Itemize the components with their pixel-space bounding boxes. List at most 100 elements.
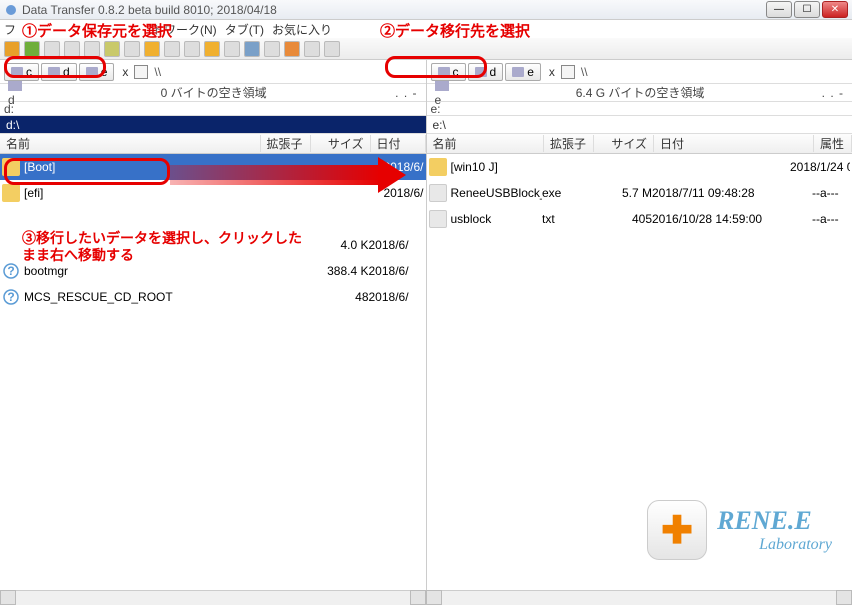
drive-net-left[interactable]: \\ [154, 65, 161, 79]
list-item[interactable]: ? MCS_RESCUE_CD_ROOT 482018/6/ [0, 284, 426, 310]
folder-icon [429, 158, 447, 176]
cell-name: ReneeUSBBlock_2018_07_09_47... [451, 186, 543, 200]
cell-date: 2018/6/ [369, 238, 424, 252]
cell-name: MCS_RESCUE_CD_ROOT [24, 290, 259, 304]
drive-sq-right[interactable] [561, 65, 575, 79]
cell-size: 388.4 K [309, 264, 369, 278]
toolbar-btn-6[interactable] [104, 41, 120, 57]
cell-date: 2018/6/ [369, 290, 424, 304]
list-item[interactable]: [win10 J] 2018/1/24 09:05:34d----- [427, 154, 852, 180]
highlight-box-selected-row [4, 158, 170, 185]
toolbar-btn-17[interactable] [324, 41, 340, 57]
toolbar-btn-15[interactable] [284, 41, 300, 57]
col-attr-right[interactable]: 属性 [814, 135, 852, 152]
blank-icon [2, 210, 20, 228]
question-icon: ? [2, 262, 20, 280]
cell-name: bootmgr [24, 264, 259, 278]
dots-right[interactable]: . . - [822, 86, 844, 100]
toolbar-btn-7[interactable] [124, 41, 140, 57]
toolbar-btn-11[interactable] [204, 41, 220, 57]
col-size-right[interactable]: サイズ [594, 135, 654, 152]
logo-line2: Laboratory [759, 536, 832, 554]
scroll-right-btn[interactable] [410, 590, 426, 605]
menu-item-f[interactable]: フ [4, 21, 16, 38]
toolbar-btn-8[interactable] [144, 41, 160, 57]
minimize-button[interactable]: — [766, 1, 792, 18]
free-space-left: 0 バイトの空き領域 [32, 84, 395, 101]
cell-date: 2018/1/24 09:05:34 [790, 160, 850, 174]
close-button[interactable]: ✕ [822, 1, 848, 18]
list-item[interactable]: usblocktxt4052016/10/28 14:59:00--a--- [427, 206, 852, 232]
app-icon [4, 3, 18, 17]
blank-icon [2, 236, 20, 254]
annotation-1: ①データ保存元を選択 [22, 20, 172, 41]
toolbar-btn-16[interactable] [304, 41, 320, 57]
col-name-right[interactable]: 名前 [427, 135, 545, 152]
toolbar-btn-10[interactable] [184, 41, 200, 57]
right-panel: c d e x \\ e 6.4 G バイトの空き領域 . . - e: e:\… [427, 60, 852, 590]
cell-date: 2018/6/ [369, 264, 424, 278]
drive-x-right[interactable]: x [549, 65, 555, 79]
drive-x-left[interactable]: x [122, 65, 128, 79]
folder-icon [2, 184, 20, 202]
annotation-3-line2: まま右へ移動する [22, 245, 134, 265]
col-size-left[interactable]: サイズ [311, 135, 371, 152]
cell-ext: txt [542, 212, 592, 226]
highlight-box-right-drives [385, 56, 487, 78]
toolbar-btn-9[interactable] [164, 41, 180, 57]
cell-name: [efi] [24, 186, 314, 200]
path-left[interactable]: d:\ [0, 116, 426, 134]
menu-item-fav[interactable]: お気に入り [272, 21, 332, 38]
left-panel: c d e x \\ d 0 バイトの空き領域 . . - d: d:\ 名前 … [0, 60, 427, 590]
toolbar-btn-5[interactable] [84, 41, 100, 57]
file-icon [429, 210, 447, 228]
dots-left[interactable]: . . - [395, 86, 417, 100]
annotation-2: ②データ移行先を選択 [380, 20, 530, 41]
logo-line1: RENE.E [717, 506, 832, 536]
toolbar-btn-12[interactable] [224, 41, 240, 57]
toolbar-btn-2[interactable] [24, 41, 40, 57]
svg-text:?: ? [7, 290, 14, 304]
drive-sub-left: d: [4, 102, 14, 116]
question-icon: ? [2, 288, 20, 306]
window-title: Data Transfer 0.8.2 beta build 8010; 201… [22, 3, 764, 17]
file-list-right[interactable]: [win10 J] 2018/1/24 09:05:34d----- ReneeUS… [427, 154, 852, 590]
horizontal-scrollbar[interactable] [0, 590, 852, 605]
scroll-right-btn-2[interactable] [836, 590, 852, 605]
col-ext-left[interactable]: 拡張子 [261, 135, 311, 152]
maximize-button[interactable]: ☐ [794, 1, 820, 18]
cell-name: [win10 J] [451, 160, 741, 174]
file-icon [429, 184, 447, 202]
scroll-left-btn-2[interactable] [426, 590, 442, 605]
col-name-left[interactable]: 名前 [0, 135, 261, 152]
highlight-box-left-drives [4, 56, 106, 78]
col-date-left[interactable]: 日付 [371, 135, 426, 152]
toolbar-btn-13[interactable] [244, 41, 260, 57]
cell-size: 5.7 M [592, 186, 652, 200]
cell-ext: exe [542, 186, 592, 200]
col-ext-right[interactable]: 拡張子 [544, 135, 594, 152]
list-item[interactable]: ReneeUSBBlock_2018_07_09_47...exe5.7 M20… [427, 180, 852, 206]
svg-text:?: ? [7, 264, 14, 278]
scroll-left-btn[interactable] [0, 590, 16, 605]
drive-sq-left[interactable] [134, 65, 148, 79]
drive-net-right[interactable]: \\ [581, 65, 588, 79]
file-list-left[interactable]: [Boot]2018/6/[efi]2018/6/4.0 K2018/6/?bo… [0, 154, 426, 590]
cell-size: 2018/1/24 09:05:34d----- [790, 160, 850, 174]
cell-size: 4.0 K [309, 238, 369, 252]
cell-size: 48 [309, 290, 369, 304]
toolbar-btn-1[interactable] [4, 41, 20, 57]
toolbar-btn-14[interactable] [264, 41, 280, 57]
menu-item-tab[interactable]: タブ(T) [225, 21, 264, 38]
toolbar-btn-3[interactable] [44, 41, 60, 57]
free-space-right: 6.4 G バイトの空き領域 [459, 84, 822, 101]
cell-name: usblock [451, 212, 543, 226]
drive-sub-right: e: [431, 102, 441, 116]
drive-e-right[interactable]: e [505, 63, 541, 81]
cell-date: 2018/7/11 09:48:28 [652, 186, 812, 200]
toolbar-btn-4[interactable] [64, 41, 80, 57]
col-date-right[interactable]: 日付 [654, 135, 814, 152]
cell-date: 2016/10/28 14:59:00 [652, 212, 812, 226]
path-right[interactable]: e:\ [427, 116, 852, 134]
plus-icon: ✚ [661, 508, 693, 553]
